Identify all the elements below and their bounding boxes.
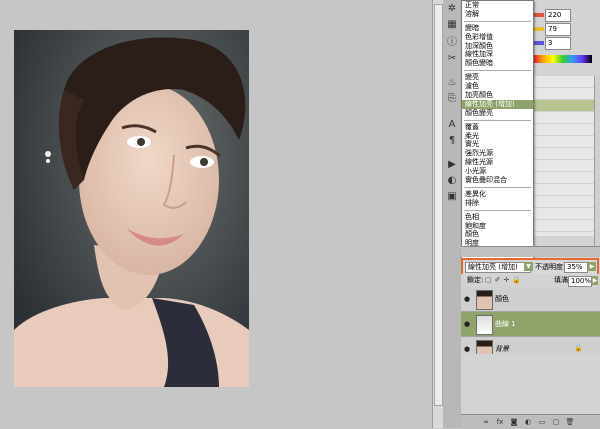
opacity-label: 不透明度:: [535, 263, 566, 271]
adjustments-icon[interactable]: ◐: [445, 174, 459, 188]
menu-item[interactable]: 色彩增值: [462, 33, 533, 42]
lock-icon: 🔒: [574, 344, 583, 352]
menu-item[interactable]: 溶解: [462, 10, 533, 19]
link-layers-icon[interactable]: ∞: [481, 417, 491, 427]
layers-empty-area: [461, 354, 600, 416]
info-icon[interactable]: ⓘ: [445, 36, 459, 50]
layer-thumbnail: [476, 290, 493, 310]
layer-name: 顏色: [495, 295, 509, 303]
adjustment-layer-icon[interactable]: ◐: [523, 417, 533, 427]
new-layer-icon[interactable]: ▢: [551, 417, 561, 427]
character-icon[interactable]: A: [445, 118, 459, 132]
blend-mode-select[interactable]: 線性加亮 (增加): [465, 262, 531, 273]
menu-item[interactable]: 正常: [462, 1, 533, 10]
layer-name: 背景: [495, 345, 509, 353]
menu-item[interactable]: 差異化: [462, 190, 533, 199]
panel-scrollbar[interactable]: [594, 76, 600, 246]
brushes-icon[interactable]: ♨: [445, 76, 459, 90]
menu-item[interactable]: 變暗: [462, 24, 533, 33]
panel-dock-strip: ✲ ▦ ⓘ ✂ ♨ ⎘ A ¶ ▶ ◐ ▣: [443, 0, 462, 428]
eye-icon[interactable]: ●: [464, 295, 472, 303]
red-slider-bar[interactable]: [534, 13, 544, 17]
menu-item[interactable]: 線性加深: [462, 50, 533, 59]
menu-item[interactable]: 顏色變暗: [462, 59, 533, 68]
opacity-slider-arrow-icon[interactable]: ▶: [588, 262, 596, 271]
blue-value-field[interactable]: 3: [545, 37, 571, 50]
canvas-scrollbar[interactable]: [432, 0, 443, 428]
tools-icon[interactable]: ✂: [445, 52, 459, 66]
chevron-down-icon[interactable]: ▼: [524, 262, 533, 271]
eye-icon[interactable]: ●: [464, 320, 472, 328]
paragraph-icon[interactable]: ¶: [445, 134, 459, 148]
group-icon[interactable]: ▭: [537, 417, 547, 427]
actions-icon[interactable]: ▶: [445, 158, 459, 172]
menu-separator: [464, 209, 531, 211]
color-spectrum[interactable]: [534, 55, 592, 63]
menu-item[interactable]: 顏色變亮: [462, 109, 533, 118]
layer-thumbnail: [476, 315, 493, 335]
menu-item[interactable]: 排除: [462, 199, 533, 208]
fx-icon[interactable]: fx: [495, 417, 505, 427]
blue-slider-bar[interactable]: [534, 41, 544, 45]
green-value-field[interactable]: 79: [545, 23, 571, 36]
document-canvas[interactable]: [0, 0, 432, 428]
menu-item[interactable]: 加亮顏色: [462, 91, 533, 100]
clone-source-icon[interactable]: ⎘: [445, 92, 459, 106]
menu-item[interactable]: 強烈光源: [462, 149, 533, 158]
histogram-icon[interactable]: ▦: [445, 18, 459, 32]
menu-item[interactable]: 實色疊印混合: [462, 176, 533, 185]
menu-item[interactable]: 飽和度: [462, 222, 533, 231]
portrait-photo: [14, 30, 249, 387]
menu-item-selected[interactable]: 線性加亮 (增加): [462, 99, 533, 109]
green-slider-bar[interactable]: [534, 27, 544, 31]
trash-icon[interactable]: 🗑: [565, 417, 575, 427]
lock-fill-bar: 鎖定: ▢✐✛🔒 填滿: 100% ▶: [461, 274, 600, 287]
menu-item[interactable]: 加深顏色: [462, 42, 533, 51]
layers-panel-header: [461, 246, 600, 257]
menu-separator: [464, 20, 531, 22]
menu-item[interactable]: 柔光: [462, 132, 533, 141]
layers-footer: ∞ fx ◙ ◐ ▭ ▢ 🗑: [461, 414, 600, 429]
eye-icon[interactable]: ●: [464, 345, 472, 353]
layer-name: 曲線 1: [495, 320, 516, 328]
menu-separator: [464, 70, 531, 72]
adjustments-list: [532, 76, 594, 236]
menu-item[interactable]: 濾色: [462, 82, 533, 91]
menu-item[interactable]: 顏色: [462, 230, 533, 239]
lock-options-icons[interactable]: ▢✐✛🔒: [485, 274, 524, 287]
red-value-field[interactable]: 220: [545, 9, 571, 22]
fill-input[interactable]: 100%: [568, 276, 592, 287]
blend-mode-menu[interactable]: 正常 溶解 變暗 色彩增值 加深顏色 線性加深 顏色變暗 變亮 濾色 加亮顏色 …: [461, 0, 534, 264]
scrollbar-thumb[interactable]: [434, 4, 443, 406]
navigator-icon[interactable]: ✲: [445, 2, 459, 16]
menu-separator: [464, 119, 531, 121]
layer-row-curves[interactable]: ● 曲線 1: [461, 312, 600, 337]
menu-item[interactable]: 小光源: [462, 167, 533, 176]
layer-comps-icon[interactable]: ▣: [445, 190, 459, 204]
opacity-input[interactable]: 35%: [564, 262, 588, 273]
lock-label: 鎖定:: [467, 276, 484, 284]
menu-item[interactable]: 覆蓋: [462, 123, 533, 132]
layer-row-color[interactable]: ● 顏色: [461, 287, 600, 312]
menu-item[interactable]: 實光: [462, 140, 533, 149]
menu-item[interactable]: 線性光源: [462, 158, 533, 167]
fill-slider-arrow-icon[interactable]: ▶: [592, 276, 598, 285]
menu-item[interactable]: 色相: [462, 213, 533, 222]
menu-separator: [464, 186, 531, 188]
menu-item[interactable]: 變亮: [462, 73, 533, 82]
mask-icon[interactable]: ◙: [509, 417, 519, 427]
